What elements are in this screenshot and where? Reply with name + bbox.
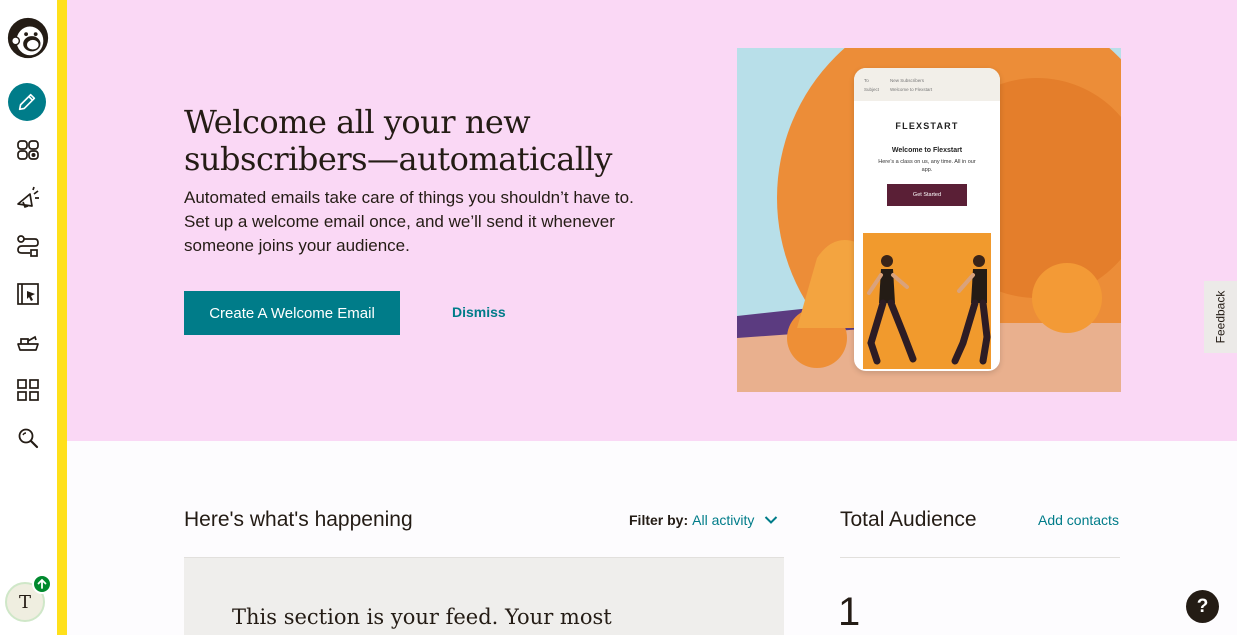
- upgrade-arrow-icon[interactable]: [32, 574, 52, 594]
- preview-brand: FLEXSTART: [895, 121, 959, 131]
- preview-subtext: Here’s a class on us, any time. All in o…: [878, 159, 976, 173]
- audience-count: 1: [838, 590, 861, 634]
- audience-title: Total Audience: [840, 508, 977, 531]
- filter-value[interactable]: All activity: [692, 512, 754, 528]
- audience-divider: [840, 557, 1120, 558]
- feed-card-text: This section is your feed. Your most: [232, 605, 612, 629]
- filter-label: Filter by:: [629, 512, 689, 528]
- feedback-label: Feedback: [1213, 290, 1228, 344]
- dismiss-link[interactable]: Dismiss: [452, 304, 506, 320]
- preview-subject-label: Subject: [864, 87, 880, 92]
- audience-icon[interactable]: [6, 128, 50, 172]
- hero-illustration: To New Subscribers Subject Welcome to Flex…: [737, 48, 1121, 392]
- content-icon[interactable]: [6, 320, 50, 364]
- hero-title-line1: Welcome all your new: [184, 103, 531, 141]
- activity-filter[interactable]: Filter by: All activity: [629, 512, 778, 528]
- hero-title: Welcome all your new subscribers—automat…: [184, 104, 704, 178]
- hero-description: Automated emails take care of things you…: [184, 188, 634, 255]
- preview-to-label: To: [864, 78, 869, 83]
- preview-get-started-button: Get Started: [887, 184, 967, 206]
- website-icon[interactable]: [6, 272, 50, 316]
- create-welcome-email-button[interactable]: Create A Welcome Email: [184, 291, 400, 335]
- integrations-icon[interactable]: [6, 368, 50, 412]
- avatar-initial: T: [18, 591, 31, 613]
- campaigns-icon[interactable]: [6, 176, 50, 220]
- preview-runner-photo: [863, 233, 991, 369]
- help-button[interactable]: ?: [1186, 590, 1219, 623]
- welcome-hero: Welcome all your new subscribers—automat…: [67, 0, 1237, 441]
- sidebar-accent-stripe: [57, 0, 67, 635]
- automations-icon[interactable]: [6, 224, 50, 268]
- feedback-tab[interactable]: Feedback: [1204, 281, 1237, 353]
- email-preview-phone: To New Subscribers Subject Welcome to Flex…: [854, 68, 1000, 371]
- feed-title: Here's what's happening: [184, 508, 413, 531]
- preview-to-value: New Subscribers: [890, 78, 925, 83]
- search-icon[interactable]: [6, 416, 50, 460]
- mailchimp-logo-icon[interactable]: [4, 14, 52, 62]
- feed-card: This section is your feed. Your most: [184, 558, 784, 635]
- email-preview-header: To New Subscribers Subject Welcome to Flex…: [854, 68, 1000, 101]
- preview-heading: Welcome to Flexstart: [891, 147, 963, 154]
- pencil-icon[interactable]: [8, 83, 46, 121]
- sidebar: T: [0, 0, 57, 635]
- hero-title-line2: subscribers—automatically: [184, 140, 612, 178]
- chevron-down-icon[interactable]: [764, 515, 778, 525]
- preview-subject-value: Welcome to Flexstart: [890, 87, 933, 92]
- add-contacts-link[interactable]: Add contacts: [1038, 512, 1119, 528]
